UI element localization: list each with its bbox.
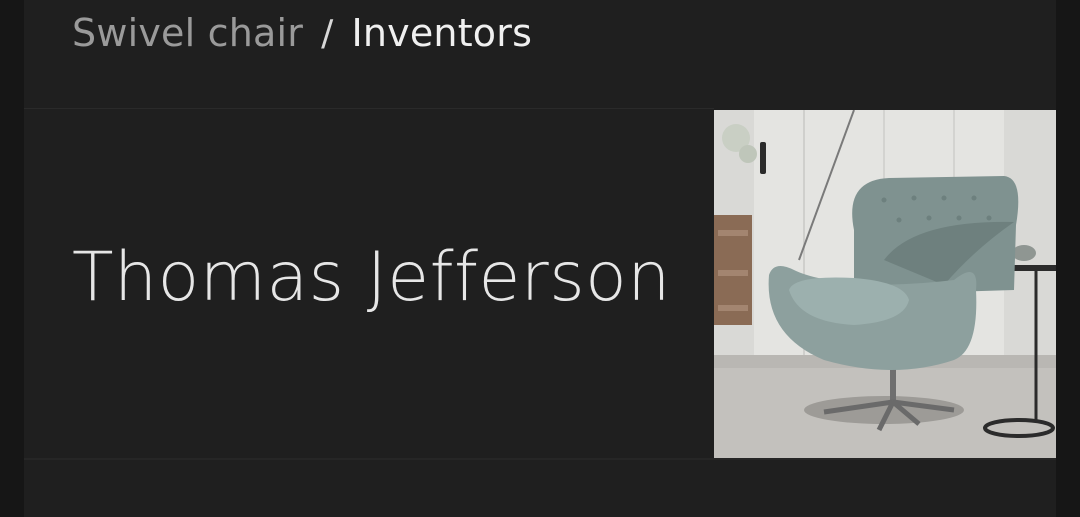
list-item-inventor[interactable]: Thomas Jefferson: [24, 110, 1056, 458]
divider: [24, 458, 1056, 460]
divider: [24, 108, 714, 109]
page: Swivel chair / Inventors Thomas Jefferso…: [0, 0, 1080, 517]
swivel-chair-image: [714, 110, 1056, 458]
content-card: Swivel chair / Inventors Thomas Jefferso…: [24, 0, 1056, 517]
breadcrumb: Swivel chair / Inventors: [72, 8, 532, 58]
inventor-name: Thomas Jefferson: [72, 238, 671, 317]
breadcrumb-current: Inventors: [351, 11, 533, 55]
breadcrumb-parent-link[interactable]: Swivel chair: [72, 11, 303, 55]
breadcrumb-separator: /: [321, 12, 334, 54]
